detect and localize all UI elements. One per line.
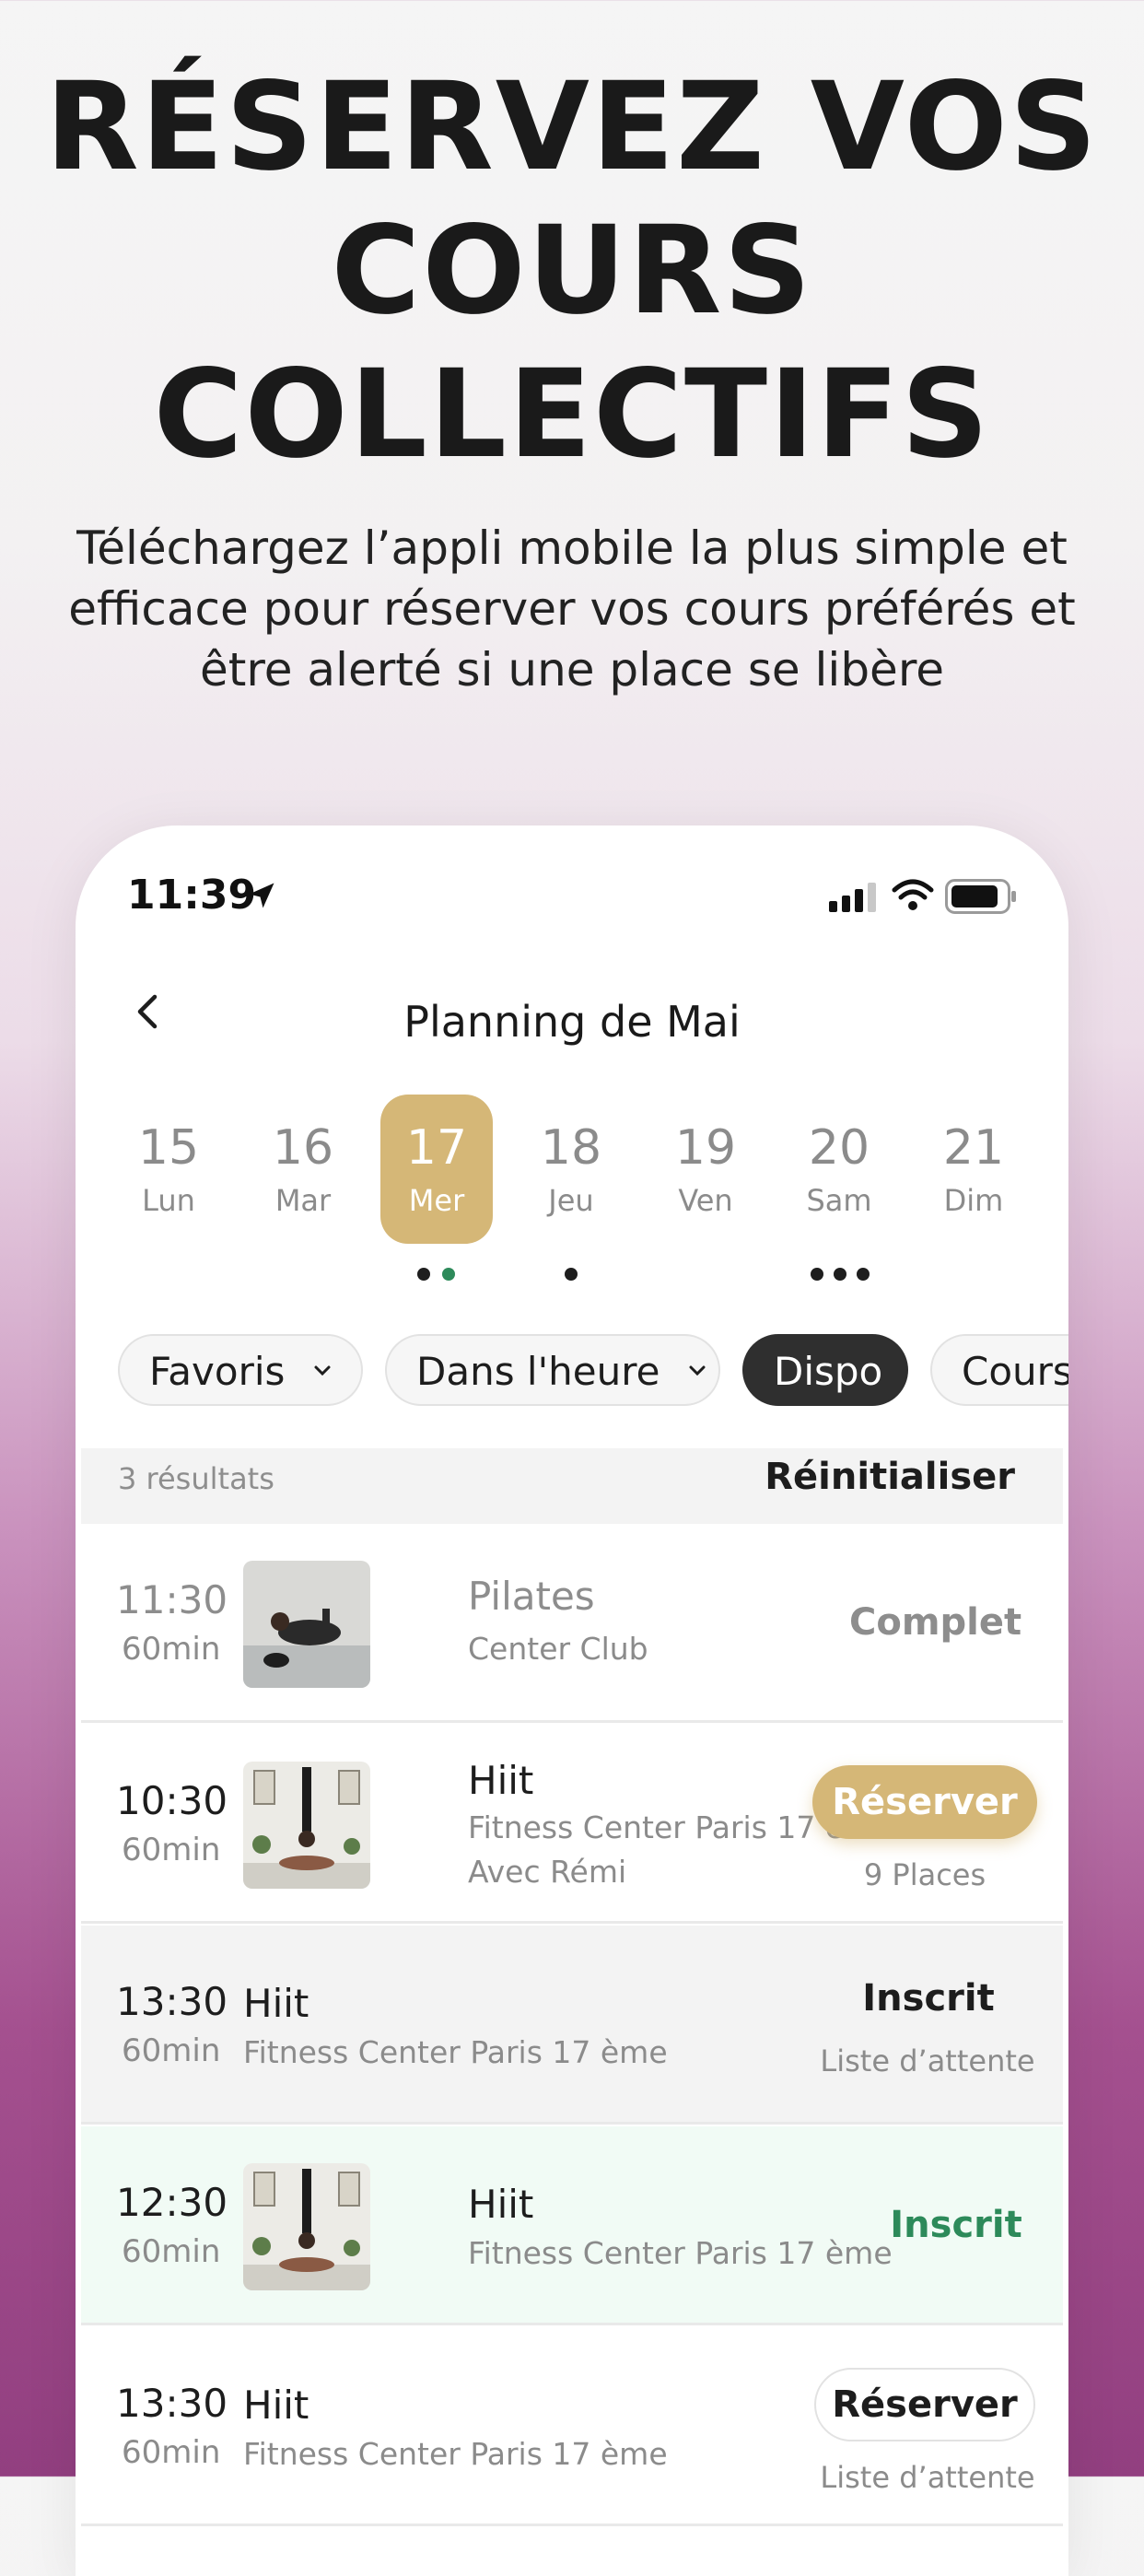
filter-label: Cours: [962, 1349, 1068, 1394]
filter-dispo[interactable]: Dispo: [742, 1334, 908, 1406]
day-name: Dim: [943, 1183, 1004, 1218]
event-dot: [417, 1268, 430, 1281]
day-name: Sam: [806, 1183, 872, 1218]
class-title: Hiit: [468, 2182, 534, 2227]
location-arrow-icon: [249, 883, 274, 908]
day-16[interactable]: 16 Mar: [247, 1095, 359, 1244]
class-thumbnail: [243, 2163, 370, 2290]
subtitle-line-3: être alerté si une place se libère: [199, 643, 945, 697]
class-location: Fitness Center Paris 17 ème: [243, 2436, 668, 2472]
class-duration: 60min: [122, 1631, 221, 1668]
day-number: 20: [808, 1120, 870, 1176]
day-number: 17: [405, 1120, 468, 1176]
headline-line-1: RÉSERVEZ VOS: [45, 56, 1099, 198]
class-title: Hiit: [468, 1758, 534, 1803]
class-status: Complet: [849, 1601, 1022, 1644]
places-left: 9 Places: [863, 1857, 986, 1892]
subtitle-line-1: Téléchargez l’appli mobile la plus simpl…: [76, 521, 1068, 575]
day-name: Mar: [274, 1183, 332, 1218]
event-dot: [811, 1268, 823, 1281]
class-time: 13:30: [116, 1979, 228, 2024]
day-number: 18: [540, 1120, 602, 1176]
class-thumbnail: [243, 1561, 370, 1688]
class-row[interactable]: 10:30 60min Hiit Fitness Center Paris 17…: [81, 1725, 1063, 1924]
class-row[interactable]: 13:30 60min Hiit Fitness Center Paris 17…: [81, 1926, 1063, 2125]
day-18[interactable]: 18 Jeu: [515, 1095, 627, 1244]
class-location: Center Club: [468, 1631, 648, 1667]
class-row[interactable]: 11:30 60min Pilates Center Club Complet: [81, 1524, 1063, 1723]
day-20[interactable]: 20 Sam: [783, 1095, 895, 1244]
class-thumbnail: [243, 1762, 370, 1889]
class-time: 11:30: [116, 1577, 228, 1622]
reset-button[interactable]: Réinitialiser: [765, 1456, 1015, 1498]
day-name: Ven: [678, 1183, 733, 1218]
filter-label: Dispo: [774, 1349, 883, 1394]
class-location: Fitness Center Paris 17 ème: [243, 2034, 668, 2070]
class-row[interactable]: 13:30 60min Hiit Fitness Center Paris 17…: [81, 2327, 1063, 2526]
chevron-down-icon: [689, 1365, 706, 1376]
class-duration: 60min: [122, 1832, 221, 1868]
event-dot-green: [442, 1268, 455, 1281]
headline-line-2: COURS: [331, 200, 813, 342]
results-count: 3 résultats: [118, 1461, 274, 1496]
class-row[interactable]: 12:30 60min Hiit Fitness Center Paris 17…: [81, 2126, 1063, 2325]
day-number: 21: [942, 1120, 1005, 1176]
class-substatus: Liste d’attente: [820, 2043, 1035, 2078]
filter-favoris[interactable]: Favoris: [118, 1334, 363, 1406]
class-location: Fitness Center Paris 17 ème: [468, 2235, 893, 2271]
class-coach: Avec Rémi: [468, 1854, 627, 1890]
class-duration: 60min: [122, 2032, 221, 2069]
event-dot: [834, 1268, 846, 1281]
filter-label: Favoris: [149, 1349, 286, 1394]
class-title: Pilates: [468, 1574, 595, 1619]
class-status: Inscrit: [862, 1977, 995, 2020]
reserve-button[interactable]: Réserver: [812, 1765, 1037, 1839]
day-number: 15: [137, 1120, 200, 1176]
class-time: 12:30: [116, 2180, 228, 2225]
class-duration: 60min: [122, 2434, 221, 2471]
day-name: Jeu: [548, 1183, 594, 1218]
filter-label: Dans l'heure: [416, 1349, 660, 1394]
event-dot: [857, 1268, 870, 1281]
day-21[interactable]: 21 Dim: [917, 1095, 1030, 1244]
day-19[interactable]: 19 Ven: [649, 1095, 762, 1244]
chevron-down-icon: [314, 1365, 331, 1376]
class-duration: 60min: [122, 2233, 221, 2270]
headline-line-3: COLLECTIFS: [153, 344, 991, 486]
class-status: Inscrit: [890, 2204, 1022, 2246]
battery-icon: [945, 879, 1016, 914]
day-selector: 15 Lun 16 Mar 17 Mer 18 Jeu 19 Ven 20 Sa…: [76, 1095, 1068, 1251]
day-17-selected[interactable]: 17 Mer: [380, 1095, 493, 1244]
class-time: 13:30: [116, 2381, 228, 2426]
day-15[interactable]: 15 Lun: [112, 1095, 225, 1244]
day-name: Mer: [408, 1183, 465, 1218]
day-number: 16: [272, 1120, 334, 1176]
filter-chips: Favoris Dans l'heure Dispo Cours: [118, 1334, 1068, 1411]
class-title: Hiit: [243, 2383, 309, 2428]
day-number: 19: [674, 1120, 737, 1176]
day-name: Lun: [142, 1183, 195, 1218]
signal-icon: [829, 883, 876, 912]
wifi-icon: [892, 879, 934, 910]
filter-cours[interactable]: Cours: [930, 1334, 1068, 1406]
status-time: 11:39: [127, 872, 257, 919]
class-title: Hiit: [243, 1981, 309, 2026]
page-title: Planning de Mai: [403, 997, 741, 1047]
event-dot: [565, 1268, 578, 1281]
class-substatus: Liste d’attente: [820, 2460, 1035, 2495]
results-bar: 3 résultats Réinitialiser: [81, 1448, 1063, 1524]
reserve-button[interactable]: Réserver: [814, 2368, 1035, 2441]
subtitle-line-2: efficace pour réserver vos cours préféré…: [68, 582, 1076, 636]
class-time: 10:30: [116, 1778, 228, 1823]
filter-dans-lheure[interactable]: Dans l'heure: [385, 1334, 720, 1406]
phone-screen: 11:39 Planning de Mai 15 Lun 16 Mar 17 M…: [76, 825, 1068, 2576]
day-event-dots: [76, 1268, 1068, 1286]
